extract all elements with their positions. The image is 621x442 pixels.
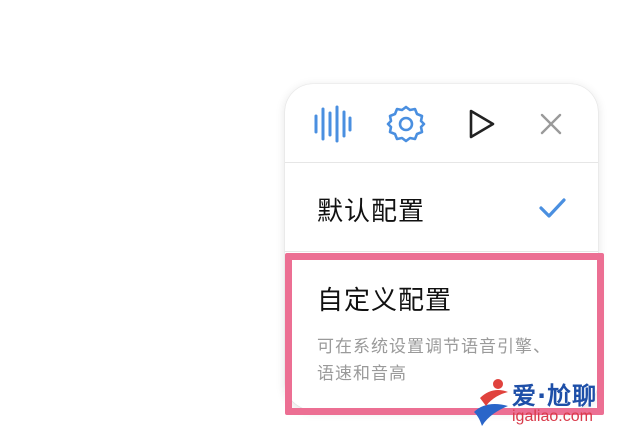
checkmark-icon bbox=[539, 198, 566, 218]
gear-icon bbox=[386, 105, 426, 143]
voice-waveform-icon bbox=[314, 105, 352, 143]
popup-toolbar bbox=[285, 84, 598, 163]
watermark-brand: 爱·尬聊 bbox=[512, 382, 598, 410]
tts-config-popup: 默认配置 自定义配置 可在系统设置调节语音引擎、语速和音高 bbox=[285, 84, 598, 410]
play-icon bbox=[469, 109, 495, 139]
watermark: 爱·尬聊 igaliao.com bbox=[464, 372, 619, 438]
voice-button[interactable] bbox=[310, 102, 354, 146]
brand-logo-icon bbox=[474, 379, 508, 426]
watermark-url: igaliao.com bbox=[512, 408, 593, 425]
play-button[interactable] bbox=[459, 102, 503, 146]
option-default-config[interactable]: 默认配置 bbox=[285, 163, 598, 252]
settings-button[interactable] bbox=[384, 102, 428, 146]
close-button[interactable] bbox=[529, 102, 573, 146]
option-default-label: 默认配置 bbox=[317, 197, 426, 227]
close-icon bbox=[540, 113, 562, 135]
option-custom-label: 自定义配置 bbox=[317, 286, 453, 316]
screen: 默认配置 自定义配置 可在系统设置调节语音引擎、语速和音高 爱·尬聊 igali… bbox=[0, 0, 621, 442]
